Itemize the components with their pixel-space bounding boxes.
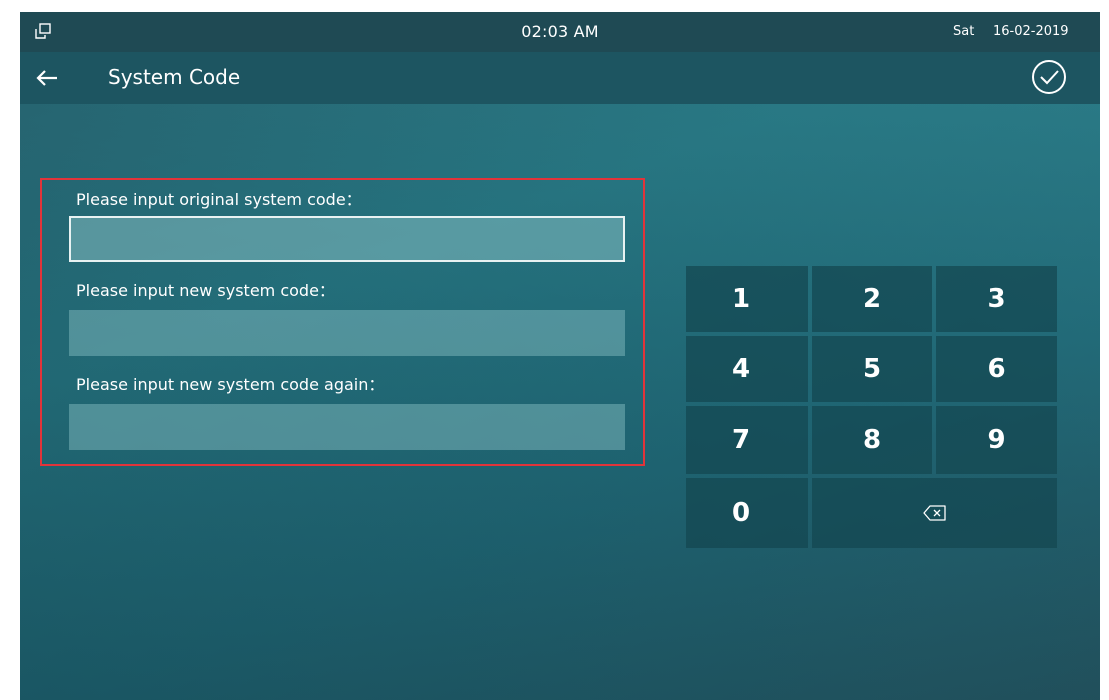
key-7[interactable]: 7 xyxy=(686,406,808,474)
key-0-label: 0 xyxy=(732,498,751,528)
original-code-label: Please input original system code： xyxy=(76,190,362,209)
key-5-label: 5 xyxy=(862,354,882,384)
new-code-input[interactable] xyxy=(69,310,625,356)
confirm-code-input[interactable] xyxy=(69,404,625,450)
key-2[interactable]: 2 xyxy=(812,266,932,332)
key-6[interactable]: 6 xyxy=(936,336,1057,402)
key-7-label: 7 xyxy=(732,425,751,455)
confirm-code-label: Please input new system code again： xyxy=(76,375,385,394)
status-date: 16-02-2019 xyxy=(993,24,1069,39)
key-3-label: 3 xyxy=(987,284,1006,314)
page-title: System Code xyxy=(108,65,241,89)
key-9[interactable]: 9 xyxy=(936,406,1057,474)
key-6-label: 6 xyxy=(987,354,1006,384)
title-bar: System Code xyxy=(20,52,1100,104)
new-code-label: Please input new system code： xyxy=(76,281,335,300)
key-8-label: 8 xyxy=(862,425,882,455)
backspace-icon xyxy=(922,505,946,521)
numeric-keypad: 1 2 3 4 5 6 7 8 9 0 xyxy=(686,266,1057,548)
key-1[interactable]: 1 xyxy=(686,266,808,332)
key-1-label: 1 xyxy=(732,284,751,314)
status-day: Sat xyxy=(953,24,975,39)
key-8[interactable]: 8 xyxy=(812,406,932,474)
key-2-label: 2 xyxy=(862,284,882,314)
confirm-button[interactable] xyxy=(1030,58,1068,96)
key-5[interactable]: 5 xyxy=(812,336,932,402)
status-bar: 02:03 AM Sat 16-02-2019 xyxy=(20,12,1100,52)
back-button[interactable] xyxy=(30,62,66,94)
key-4-label: 4 xyxy=(732,354,751,384)
key-0[interactable]: 0 xyxy=(686,478,808,548)
backspace-key[interactable] xyxy=(812,478,1057,548)
key-9-label: 9 xyxy=(987,425,1006,455)
status-time: 02:03 AM xyxy=(521,22,599,41)
check-circle-icon xyxy=(1032,60,1066,94)
back-arrow-icon xyxy=(36,70,57,86)
key-4[interactable]: 4 xyxy=(686,336,808,402)
system-code-screen: 02:03 AM Sat 16-02-2019 System Code Plea… xyxy=(20,12,1100,700)
key-3[interactable]: 3 xyxy=(936,266,1057,332)
original-code-input[interactable] xyxy=(69,216,625,262)
